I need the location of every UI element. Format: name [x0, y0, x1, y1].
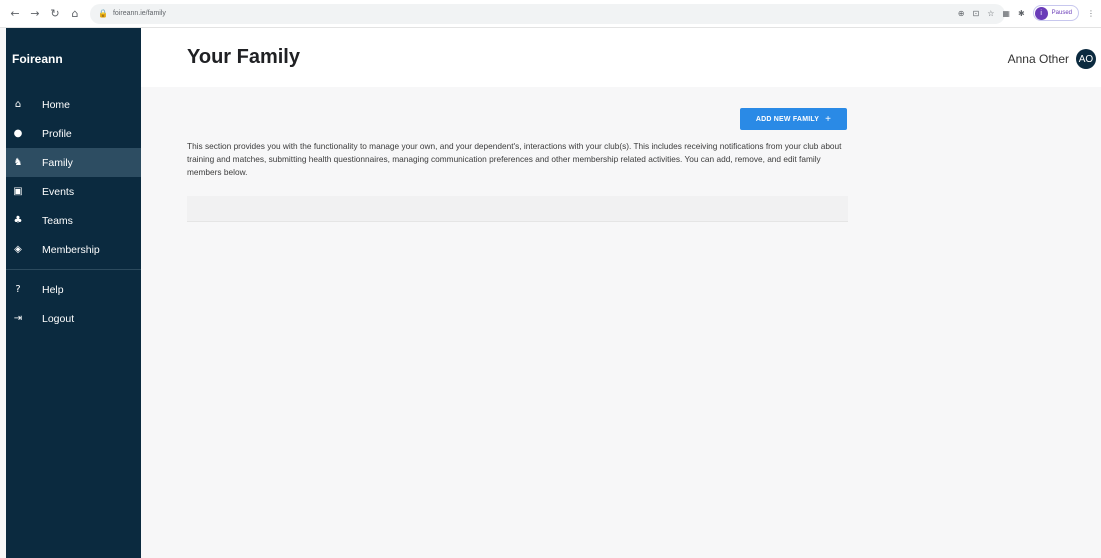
home-icon: ⌂ — [14, 99, 22, 110]
avatar: AO — [1076, 49, 1096, 69]
sidebar-item-teams[interactable]: ♣ Teams — [6, 206, 141, 235]
group-icon: ♣ — [13, 215, 23, 226]
sidebar-item-label: Help — [42, 283, 64, 296]
plus-icon: + — [825, 113, 832, 125]
help-icon: ? — [15, 284, 21, 295]
brand-logo[interactable]: Foireann — [6, 28, 141, 90]
sidebar-item-logout[interactable]: ⇥ Logout — [6, 304, 141, 333]
page-title: Your Family — [187, 46, 300, 68]
sidebar-item-family[interactable]: ♞ Family — [6, 148, 141, 177]
user-name: Anna Other — [1007, 52, 1069, 66]
sidebar-item-label: Home — [42, 98, 71, 111]
sidebar: Foireann ⌂ Home ● Profile ♞ Family ▣ Eve… — [6, 28, 141, 558]
puzzle-icon[interactable]: ✱ — [1018, 9, 1025, 18]
family-list — [187, 196, 848, 222]
sidebar-item-membership[interactable]: ◈ Membership — [6, 235, 141, 264]
sidebar-item-label: Teams — [42, 214, 73, 227]
reload-icon[interactable]: ↻ — [48, 7, 62, 21]
lock-icon: 🔒 — [98, 9, 108, 18]
sidebar-item-label: Logout — [42, 312, 75, 325]
extension-icon[interactable]: ▦ — [1002, 9, 1010, 18]
user-menu[interactable]: Anna Other AO — [1008, 49, 1096, 69]
back-icon[interactable]: ← — [8, 7, 22, 21]
profile-button[interactable]: i Paused — [1032, 5, 1079, 21]
browser-toolbar: ← → ↻ ⌂ 🔒 foireann.ie/family ⊕ ⊡ ☆ ▦ ✱ i… — [0, 0, 1101, 28]
translate-icon[interactable]: ⊕ — [958, 9, 965, 18]
add-button-label: ADD NEW FAMILY — [755, 115, 820, 123]
sidebar-item-help[interactable]: ? Help — [6, 275, 141, 304]
section-description: This section provides you with the funct… — [187, 141, 842, 177]
sidebar-nav: ⌂ Home ● Profile ♞ Family ▣ Events ♣ Tea… — [6, 90, 141, 264]
family-icon: ♞ — [13, 157, 23, 168]
profile-status: Paused — [1051, 10, 1072, 16]
sidebar-item-label: Events — [42, 185, 75, 198]
shield-icon: ◈ — [14, 244, 22, 255]
sidebar-item-label: Membership — [42, 243, 100, 256]
calendar-icon: ▣ — [13, 186, 23, 197]
sidebar-item-profile[interactable]: ● Profile — [6, 119, 141, 148]
url-text: foireann.ie/family — [112, 10, 166, 17]
add-new-family-button[interactable]: ADD NEW FAMILY + — [740, 108, 847, 130]
forward-icon[interactable]: → — [28, 7, 42, 21]
bookmark-star-icon[interactable]: ☆ — [987, 9, 994, 18]
sidebar-item-label: Family — [42, 156, 73, 169]
profile-avatar: i — [1034, 6, 1048, 20]
main-content: ADD NEW FAMILY + This section provides y… — [141, 87, 1101, 558]
sidebar-item-home[interactable]: ⌂ Home — [6, 90, 141, 119]
sidebar-divider — [6, 269, 141, 270]
logout-icon: ⇥ — [13, 313, 23, 324]
share-icon[interactable]: ⊡ — [973, 9, 980, 18]
page-header: Your Family Anna Other AO — [141, 28, 1101, 87]
menu-dots-icon[interactable]: ⋮ — [1087, 9, 1095, 18]
browser-actions: ⊕ ⊡ ☆ ▦ ✱ i Paused ⋮ — [958, 5, 1095, 21]
sidebar-item-label: Profile — [42, 127, 72, 140]
address-bar[interactable]: 🔒 foireann.ie/family — [90, 3, 1005, 24]
person-icon: ● — [13, 128, 23, 139]
sidebar-secondary-nav: ? Help ⇥ Logout — [6, 275, 141, 333]
home-browser-icon[interactable]: ⌂ — [68, 7, 82, 21]
sidebar-item-events[interactable]: ▣ Events — [6, 177, 141, 206]
